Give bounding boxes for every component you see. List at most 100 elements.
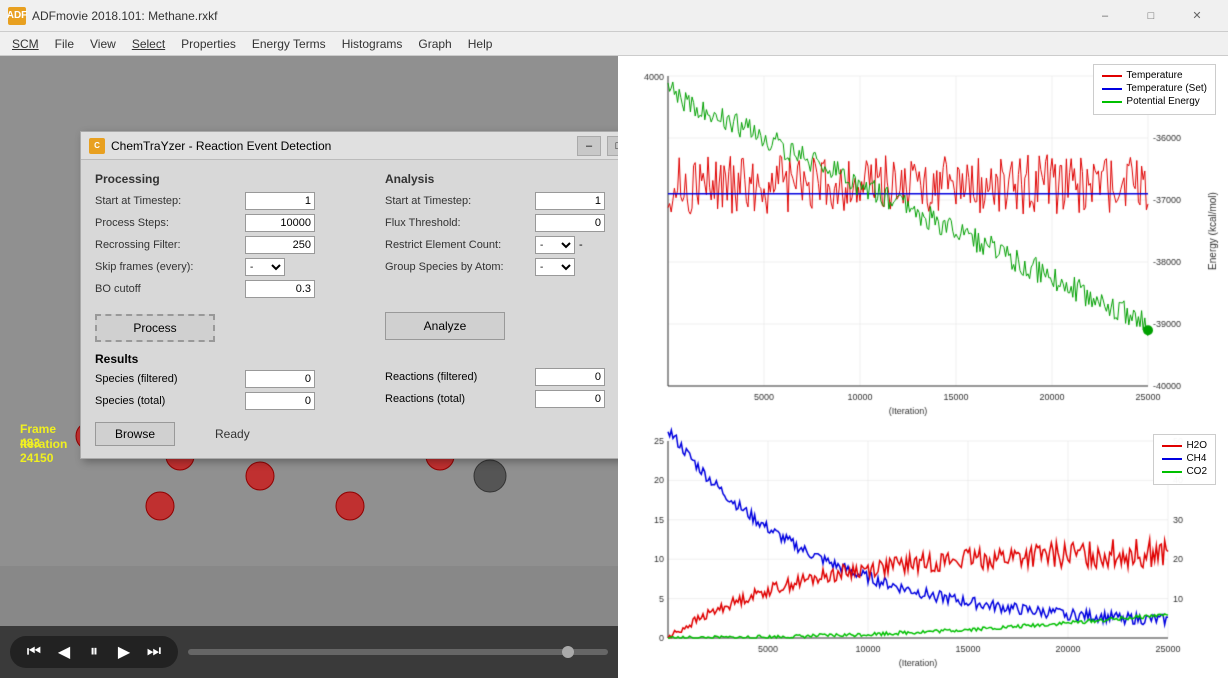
menu-graph[interactable]: Graph xyxy=(410,35,459,53)
legend-temperature-set: Temperature (Set) xyxy=(1102,83,1207,94)
legend-ch4: CH4 xyxy=(1162,453,1207,464)
analyze-button[interactable]: Analyze xyxy=(385,312,505,340)
group-species-label: Group Species by Atom: xyxy=(385,261,535,273)
processing-header: Processing xyxy=(95,172,365,186)
menu-histograms[interactable]: Histograms xyxy=(334,35,411,53)
dialog-icon: C xyxy=(89,138,105,154)
bo-cutoff-label: BO cutoff xyxy=(95,283,245,295)
skip-frames-row: Skip frames (every): - xyxy=(95,258,365,276)
pause-button[interactable]: ⏸ xyxy=(82,640,106,664)
restrict-element-select[interactable]: - xyxy=(535,236,575,254)
analysis-column: Analysis Start at Timestep: Flux Thresho… xyxy=(385,172,618,342)
species-filtered-row: Species (filtered) 0 xyxy=(95,370,365,388)
dialog-maximize-button[interactable]: □ xyxy=(607,136,618,156)
legend-co2: CO2 xyxy=(1162,466,1207,477)
start-timestep-anal-row: Start at Timestep: xyxy=(385,192,618,210)
browse-area: Browse Ready xyxy=(95,422,618,446)
restrict-element-label: Restrict Element Count: xyxy=(385,239,535,251)
species-filtered-value: 0 xyxy=(245,370,315,388)
start-timestep-proc-row: Start at Timestep: xyxy=(95,192,365,210)
species-filtered-label: Species (filtered) xyxy=(95,373,245,385)
main-content: Frame 483 Iteration 24150 ⏮ ◀ ⏸ ▶ ⏭ C Ch… xyxy=(0,56,1228,678)
process-steps-input[interactable] xyxy=(245,214,315,232)
left-panel: Frame 483 Iteration 24150 ⏮ ◀ ⏸ ▶ ⏭ C Ch… xyxy=(0,56,618,678)
maximize-button[interactable]: □ xyxy=(1128,0,1174,32)
seek-thumb xyxy=(562,646,574,658)
app-title: ADFmovie 2018.101: Methane.rxkf xyxy=(32,9,1082,23)
browse-button[interactable]: Browse xyxy=(95,422,175,446)
reactions-filtered-label: Reactions (filtered) xyxy=(385,371,535,383)
process-steps-label: Process Steps: xyxy=(95,217,245,229)
menu-view[interactable]: View xyxy=(82,35,124,53)
window-controls: – □ ✕ xyxy=(1082,0,1220,32)
chemtrayzer-dialog: C ChemTraYzer - Reaction Event Detection… xyxy=(80,131,618,459)
species-total-row: Species (total) 0 xyxy=(95,392,365,410)
restrict-element-row: Restrict Element Count: - - xyxy=(385,236,618,254)
analysis-header: Analysis xyxy=(385,172,618,186)
flux-threshold-label: Flux Threshold: xyxy=(385,217,535,229)
results-right-column: Reactions (filtered) 0 Reactions (total)… xyxy=(385,352,618,414)
recrossing-filter-label: Recrossing Filter: xyxy=(95,239,245,251)
seek-bar[interactable] xyxy=(188,649,608,655)
skip-frames-select[interactable]: - xyxy=(245,258,285,276)
skip-frames-label: Skip frames (every): xyxy=(95,261,245,273)
prev-button[interactable]: ◀ xyxy=(52,640,76,664)
start-timestep-anal-input[interactable] xyxy=(535,192,605,210)
legend-h2o: H2O xyxy=(1162,440,1207,451)
group-species-select[interactable]: - xyxy=(535,258,575,276)
start-timestep-proc-label: Start at Timestep: xyxy=(95,195,245,207)
close-button[interactable]: ✕ xyxy=(1174,0,1220,32)
process-steps-row: Process Steps: xyxy=(95,214,365,232)
skip-back-button[interactable]: ⏮ xyxy=(22,640,46,664)
energy-chart: Temperature Temperature (Set) Potential … xyxy=(618,56,1228,426)
reactions-total-label: Reactions (total) xyxy=(385,393,535,405)
minimize-button[interactable]: – xyxy=(1082,0,1128,32)
dialog-columns: Processing Start at Timestep: Process St… xyxy=(95,172,618,342)
dialog-body: Processing Start at Timestep: Process St… xyxy=(81,160,618,458)
bo-cutoff-row: BO cutoff xyxy=(95,280,365,298)
play-controls: ⏮ ◀ ⏸ ▶ ⏭ xyxy=(10,636,178,668)
species-chart-legend: H2O CH4 CO2 xyxy=(1153,434,1216,485)
energy-chart-legend: Temperature Temperature (Set) Potential … xyxy=(1093,64,1216,115)
menu-bar: SCM File View Select Properties Energy T… xyxy=(0,32,1228,56)
next-button[interactable]: ▶ xyxy=(112,640,136,664)
process-button[interactable]: Process xyxy=(95,314,215,342)
start-timestep-proc-input[interactable] xyxy=(245,192,315,210)
legend-potential-energy: Potential Energy xyxy=(1102,96,1207,107)
menu-energy-terms[interactable]: Energy Terms xyxy=(244,35,334,53)
results-header: Results xyxy=(95,352,365,366)
menu-file[interactable]: File xyxy=(47,35,82,53)
dialog-title: ChemTraYzer - Reaction Event Detection xyxy=(111,139,571,153)
bo-cutoff-input[interactable] xyxy=(245,280,315,298)
app-icon: ADF xyxy=(8,7,26,25)
reactions-filtered-value: 0 xyxy=(535,368,605,386)
menu-help[interactable]: Help xyxy=(460,35,501,53)
start-timestep-anal-label: Start at Timestep: xyxy=(385,195,535,207)
processing-column: Processing Start at Timestep: Process St… xyxy=(95,172,365,342)
reactions-total-row: Reactions (total) 0 xyxy=(385,390,618,408)
playback-bar: ⏮ ◀ ⏸ ▶ ⏭ xyxy=(0,626,618,678)
species-total-value: 0 xyxy=(245,392,315,410)
recrossing-filter-row: Recrossing Filter: xyxy=(95,236,365,254)
species-total-label: Species (total) xyxy=(95,395,245,407)
menu-select[interactable]: Select xyxy=(124,35,173,53)
results-left-column: Results Species (filtered) 0 Species (to… xyxy=(95,352,365,414)
legend-temperature: Temperature xyxy=(1102,70,1207,81)
iteration-label: Iteration 24150 xyxy=(20,437,67,465)
skip-fwd-button[interactable]: ⏭ xyxy=(142,640,166,664)
reactions-filtered-row: Reactions (filtered) 0 xyxy=(385,368,618,386)
dialog-minimize-button[interactable]: – xyxy=(577,136,601,156)
species-chart: H2O CH4 CO2 xyxy=(618,426,1228,678)
species-chart-canvas xyxy=(618,426,1228,678)
recrossing-filter-input[interactable] xyxy=(245,236,315,254)
menu-scm[interactable]: SCM xyxy=(4,35,47,53)
status-label: Ready xyxy=(215,427,250,441)
dialog-titlebar: C ChemTraYzer - Reaction Event Detection… xyxy=(81,132,618,160)
menu-properties[interactable]: Properties xyxy=(173,35,244,53)
flux-threshold-input[interactable] xyxy=(535,214,605,232)
right-panel: Temperature Temperature (Set) Potential … xyxy=(618,56,1228,678)
title-bar: ADF ADFmovie 2018.101: Methane.rxkf – □ … xyxy=(0,0,1228,32)
dialog-results: Results Species (filtered) 0 Species (to… xyxy=(95,352,618,446)
group-species-row: Group Species by Atom: - xyxy=(385,258,618,276)
reactions-total-value: 0 xyxy=(535,390,605,408)
